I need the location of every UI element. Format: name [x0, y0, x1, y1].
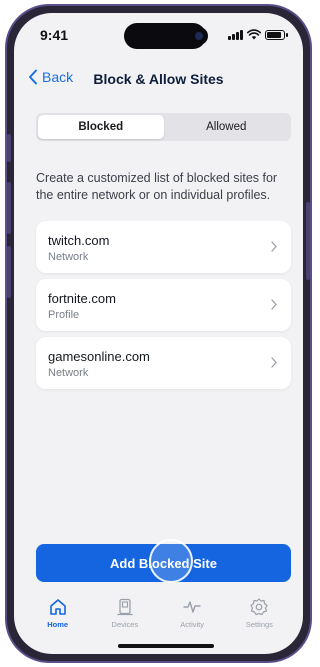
- screen: 9:41 Back Block & Allow Sites Blocked Al…: [14, 13, 303, 654]
- site-domain: gamesonline.com: [48, 349, 150, 364]
- chevron-right-icon: [271, 299, 277, 310]
- tab-activity[interactable]: Activity: [159, 591, 226, 641]
- tab-settings[interactable]: Settings: [226, 591, 293, 641]
- site-domain: twitch.com: [48, 233, 110, 248]
- settings-icon: [250, 598, 268, 616]
- status-bar: 9:41: [14, 13, 303, 59]
- segment-blocked[interactable]: Blocked: [38, 115, 164, 139]
- phone-frame: 9:41 Back Block & Allow Sites Blocked Al…: [5, 4, 312, 663]
- tab-label: Settings: [245, 620, 273, 629]
- phone-side-button: [7, 134, 11, 162]
- status-icons: [228, 29, 288, 40]
- tab-label: Activity: [180, 620, 204, 629]
- devices-icon: [117, 598, 133, 616]
- home-indicator: [118, 644, 214, 648]
- site-list-item[interactable]: fortnite.com Profile: [36, 279, 291, 331]
- camera-icon: [190, 27, 208, 45]
- site-scope: Network: [48, 367, 89, 379]
- activity-icon: [183, 601, 201, 613]
- segment-allowed[interactable]: Allowed: [164, 115, 290, 139]
- site-list-item[interactable]: twitch.com Network: [36, 221, 291, 273]
- site-scope: Network: [48, 251, 89, 263]
- page-title: Block & Allow Sites: [93, 71, 224, 87]
- phone-side-button: [7, 182, 11, 234]
- description-text: Create a customized list of blocked site…: [36, 171, 278, 202]
- tab-label: Devices: [111, 620, 139, 629]
- chevron-right-icon: [271, 357, 277, 368]
- chevron-right-icon: [271, 241, 277, 252]
- wifi-icon: [247, 29, 261, 40]
- battery-icon: [265, 30, 288, 40]
- phone-side-button: [7, 246, 11, 298]
- tab-devices[interactable]: Devices: [91, 591, 158, 641]
- home-icon: [49, 599, 66, 615]
- navigation-bar: Back Block & Allow Sites: [14, 65, 303, 95]
- phone-power-button: [306, 202, 310, 280]
- blocked-allowed-segmented-control: Blocked Allowed: [36, 113, 291, 141]
- tab-bar: Home Devices Activity Settings: [14, 591, 303, 641]
- add-blocked-site-button[interactable]: Add Blocked Site: [36, 544, 291, 582]
- site-domain: fortnite.com: [48, 291, 116, 306]
- cellular-signal-icon: [228, 30, 243, 40]
- site-scope: Profile: [48, 309, 80, 321]
- site-list-item[interactable]: gamesonline.com Network: [36, 337, 291, 389]
- status-time: 9:41: [40, 27, 69, 43]
- tab-label: Home: [47, 620, 69, 629]
- tab-home[interactable]: Home: [24, 591, 91, 641]
